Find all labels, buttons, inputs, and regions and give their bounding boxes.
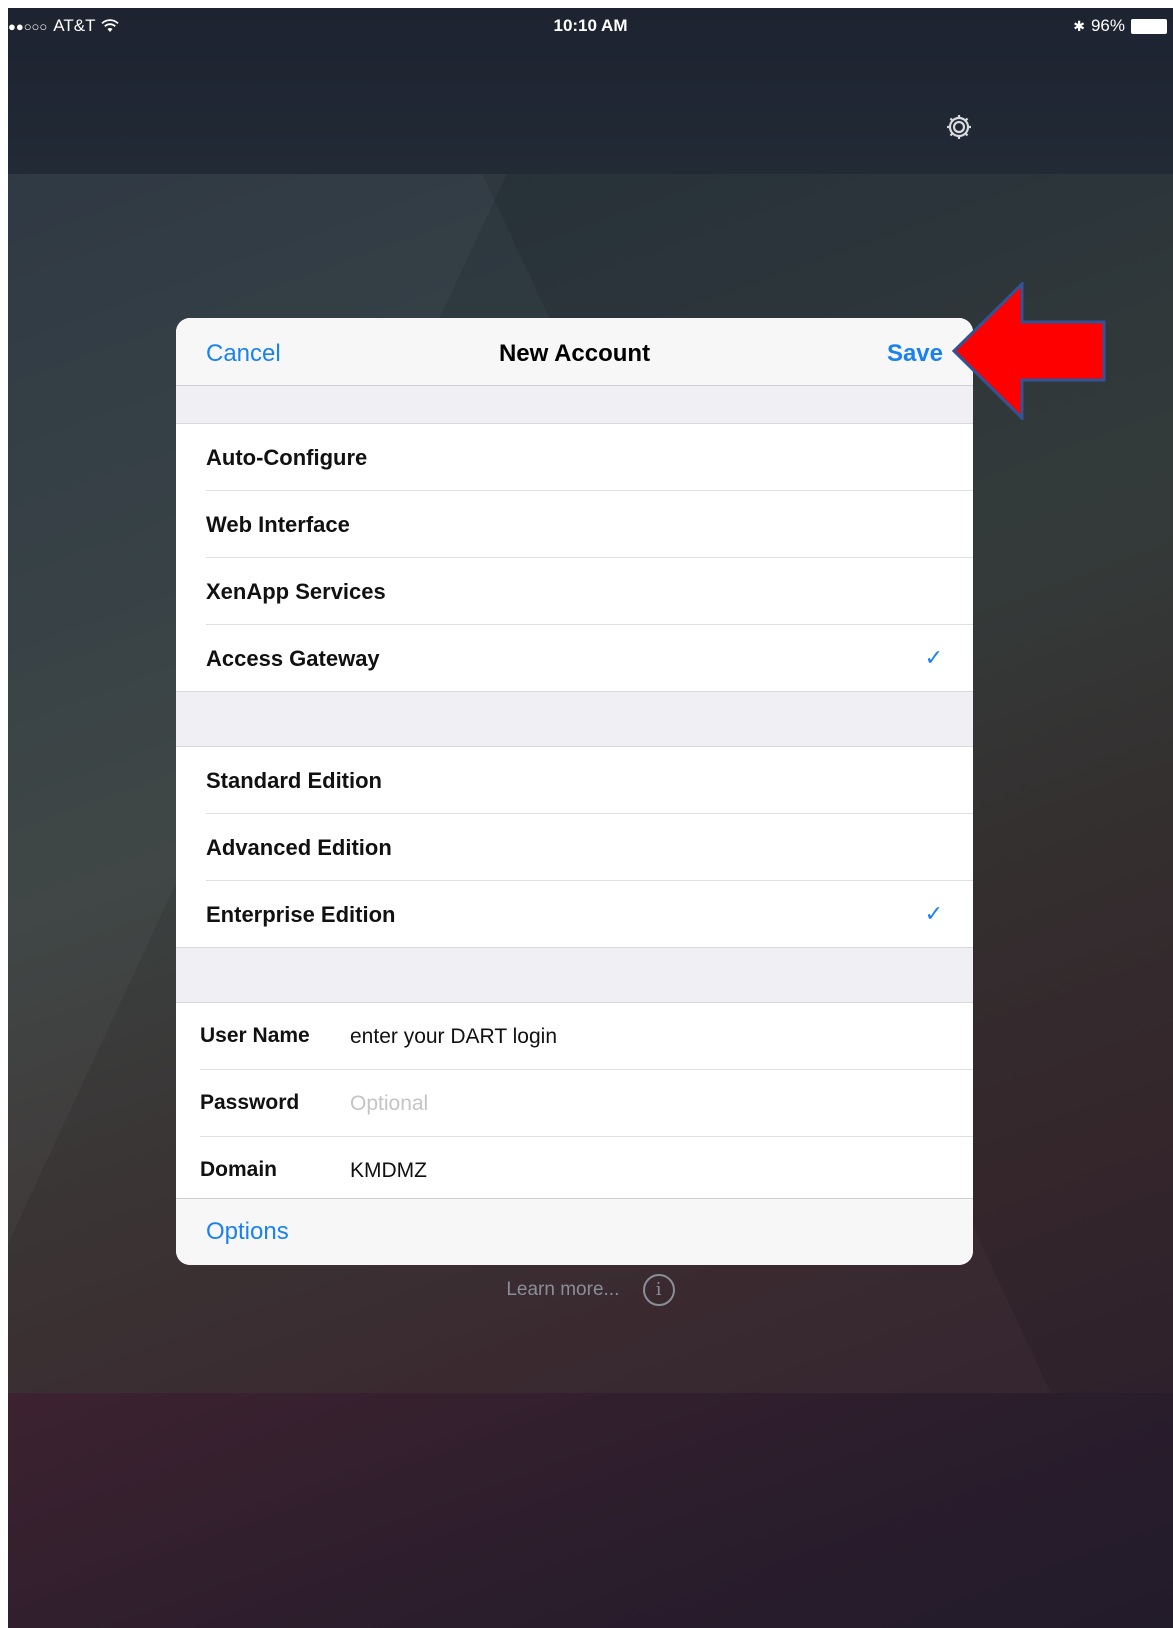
background-lower [8,1393,1173,1628]
learn-more-label: Learn more... [506,1279,620,1300]
connection-type-list: Auto-Configure Web Interface XenApp Serv… [176,424,973,691]
learn-more-link[interactable]: Learn more... i [8,1274,1173,1306]
option-label: XenApp Services [206,579,386,604]
option-label: Standard Edition [206,768,382,793]
option-label: Web Interface [206,512,350,537]
dialog-header: Cancel New Account Save [176,318,973,386]
battery-percent: 96% [1090,16,1125,35]
option-web-interface[interactable]: Web Interface [206,491,973,558]
save-button[interactable]: Save [887,340,943,368]
option-xenapp-services[interactable]: XenApp Services [206,558,973,625]
checkmark-icon: ✓ [924,901,943,926]
domain-row: Domain [200,1137,973,1203]
checkmark-icon: ✓ [924,645,943,670]
section-spacer [176,691,973,747]
domain-field[interactable] [350,1155,930,1187]
section-spacer [176,386,973,424]
option-label: Enterprise Edition [206,902,396,927]
password-field[interactable] [350,1088,930,1120]
option-label: Advanced Edition [206,835,392,860]
option-access-gateway[interactable]: Access Gateway ✓ [206,625,973,691]
dialog-footer: Options [176,1198,973,1265]
new-account-dialog: Cancel New Account Save Auto-Configure W… [176,318,973,1265]
section-spacer [176,947,973,1003]
dialog-title: New Account [498,340,651,367]
user-name-row: User Name [200,1003,973,1070]
status-bar: ●●○○○ AT&T 10:10 AM ✱ 96% [8,8,1173,44]
bluetooth-icon: ✱ [1073,17,1085,34]
option-auto-configure[interactable]: Auto-Configure [206,424,973,491]
app-screen: ●●○○○ AT&T 10:10 AM ✱ 96% Cancel New Acc… [8,8,1173,1628]
credentials-form: User Name Password Domain [176,1003,973,1203]
option-enterprise-edition[interactable]: Enterprise Edition ✓ [206,881,973,947]
option-standard-edition[interactable]: Standard Edition [206,747,973,814]
option-label: Auto-Configure [206,445,368,470]
clock: 10:10 AM [553,16,628,35]
edition-list: Standard Edition Advanced Edition Enterp… [176,747,973,947]
user-name-field[interactable] [350,1021,930,1053]
options-button[interactable]: Options [206,1218,289,1246]
red-arrow-annotation [951,282,1106,420]
gear-icon[interactable] [944,112,974,142]
info-icon[interactable]: i [642,1274,675,1306]
password-label: Password [200,1091,300,1114]
option-label: Access Gateway [206,646,380,671]
user-name-label: User Name [200,1024,310,1047]
option-advanced-edition[interactable]: Advanced Edition [206,814,973,881]
battery-icon [1131,18,1167,34]
password-row: Password [200,1070,973,1137]
domain-label: Domain [200,1158,278,1181]
